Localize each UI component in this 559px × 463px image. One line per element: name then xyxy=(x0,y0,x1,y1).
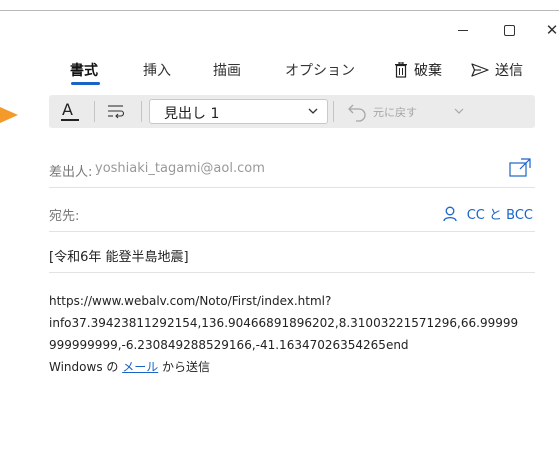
cc-bcc-button[interactable]: CC と BCC xyxy=(467,204,533,223)
cc-bcc-group: CC と BCC xyxy=(443,204,533,223)
tab-draw[interactable]: 描画 xyxy=(213,60,241,80)
undo-icon xyxy=(348,104,366,122)
minimize-button[interactable] xyxy=(452,19,476,41)
window-top-border xyxy=(0,10,559,11)
send-button[interactable]: 送信 xyxy=(471,60,523,80)
send-icon xyxy=(471,63,489,77)
active-tab-indicator xyxy=(71,82,100,85)
format-toolbar: A 見出し 1 元に戻す xyxy=(49,95,535,128)
toolbar-divider xyxy=(333,101,334,122)
popout-icon[interactable] xyxy=(509,158,531,178)
maximize-button[interactable] xyxy=(496,19,520,41)
from-address[interactable]: yoshiaki_tagami@aol.com xyxy=(95,161,265,176)
font-color-letter: A xyxy=(62,100,73,119)
undo-button[interactable] xyxy=(347,102,369,122)
toolbar-divider xyxy=(94,101,95,122)
from-row: 差出人: yoshiaki_tagami@aol.com xyxy=(49,152,535,188)
subject-row: [令和6年 能登半島地震] xyxy=(49,237,535,273)
trash-icon xyxy=(395,62,407,78)
chevron-down-icon xyxy=(308,108,318,114)
subject-field[interactable]: [令和6年 能登半島地震] xyxy=(49,246,189,265)
font-color-button[interactable]: A xyxy=(59,100,83,124)
wrap-text-icon xyxy=(108,105,125,119)
paragraph-style-value: 見出し 1 xyxy=(164,106,220,122)
body-line: 999999999,-6.230849288529166,-41.1634702… xyxy=(49,338,409,352)
signature-line: Windows の メール から送信 xyxy=(49,356,554,378)
mail-app-link[interactable]: メール xyxy=(122,360,158,374)
discard-button[interactable]: 破棄 xyxy=(394,60,442,80)
ribbon-tabs: 書式 挿入 描画 オプション 破棄 送信 xyxy=(0,60,559,90)
from-label: 差出人: xyxy=(49,165,93,180)
person-icon[interactable] xyxy=(443,206,457,222)
tab-insert[interactable]: 挿入 xyxy=(143,60,171,80)
tab-options[interactable]: オプション xyxy=(285,60,355,80)
toolbar-divider xyxy=(141,101,142,122)
wrap-text-button[interactable] xyxy=(106,103,126,121)
send-label: 送信 xyxy=(495,63,523,79)
message-body[interactable]: https://www.webalv.com/Noto/First/index.… xyxy=(49,290,554,378)
font-color-bar xyxy=(61,119,79,121)
pointer-arrow-marker xyxy=(0,107,18,123)
discard-label: 破棄 xyxy=(414,63,442,79)
to-label: 宛先: xyxy=(49,209,80,224)
signature-suffix: から送信 xyxy=(158,360,211,374)
undo-label: 元に戻す xyxy=(373,106,417,119)
body-line: info37.39423811292154,136.90466891896202… xyxy=(49,316,519,330)
tab-format[interactable]: 書式 xyxy=(70,60,98,80)
close-button[interactable]: ✕ xyxy=(540,19,559,41)
paragraph-style-select[interactable]: 見出し 1 xyxy=(149,99,328,124)
body-line: https://www.webalv.com/Noto/First/index.… xyxy=(49,294,332,308)
signature-prefix: Windows の xyxy=(49,360,123,374)
undo-dropdown-chevron-icon[interactable] xyxy=(453,106,465,116)
to-row: 宛先: CC と BCC xyxy=(49,196,535,232)
